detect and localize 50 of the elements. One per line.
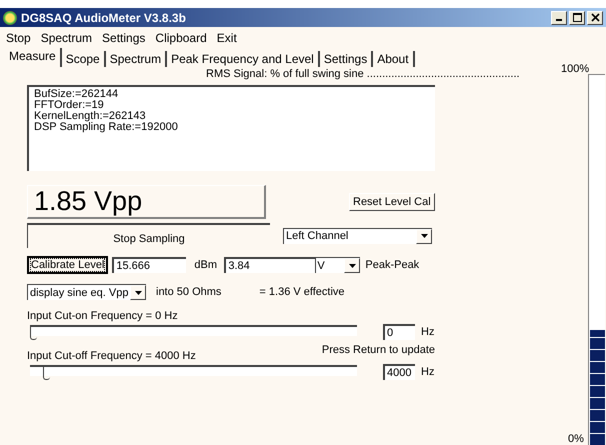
peak-peak-label: Peak-Peak	[365, 259, 420, 271]
meter-min-label: 0%	[568, 433, 584, 445]
close-icon	[590, 13, 600, 22]
maximize-button[interactable]	[569, 10, 585, 24]
info-line: BufSize:=262144	[34, 89, 120, 100]
cut-on-field[interactable]: 0	[383, 324, 415, 340]
info-line: DSP Sampling Rate:=192000	[34, 122, 179, 133]
voltage-field[interactable]: 3.84	[224, 257, 316, 273]
menu-item[interactable]: Stop	[6, 31, 31, 45]
stop-sampling-button[interactable]: Stop Sampling	[27, 223, 270, 248]
slider-thumb[interactable]	[42, 364, 50, 380]
hz-unit-label: Hz	[421, 366, 434, 378]
menu-item[interactable]: Exit	[216, 31, 237, 45]
rms-caption: RMS Signal: % of full swing sine ..................................................	[206, 67, 521, 81]
display-mode-dropdown[interactable]: display sine eq. Vpp	[27, 284, 146, 300]
tab[interactable]: Settings	[320, 51, 374, 67]
tab[interactable]: Measure	[5, 48, 62, 67]
info-line: KernelLength:=262143	[34, 111, 147, 122]
info-line: FFTOrder:=19	[34, 100, 105, 111]
window-title: DG8SAQ AudioMeter V3.8.3b	[21, 10, 187, 24]
dbm-unit-label: dBm	[194, 259, 218, 271]
unit-dropdown[interactable]: V	[315, 257, 360, 273]
menu-item[interactable]: Spectrum	[40, 31, 92, 45]
reset-level-cal-button[interactable]: Reset Level Cal	[349, 193, 435, 211]
menu-item[interactable]: Settings	[102, 31, 146, 45]
tab[interactable]: Scope	[62, 51, 106, 67]
cut-on-slider[interactable]	[30, 324, 357, 340]
tab[interactable]: Peak Frequency and Level	[167, 51, 320, 67]
cut-off-field[interactable]: 4000	[383, 364, 415, 380]
maximize-icon	[572, 13, 582, 22]
cut-off-slider[interactable]	[30, 364, 357, 380]
effective-voltage-label: = 1.36 V effective	[259, 286, 345, 298]
minimize-button[interactable]	[551, 10, 567, 24]
app-icon	[3, 10, 17, 24]
channel-dropdown[interactable]: Left Channel	[283, 228, 432, 244]
tab[interactable]: About	[373, 51, 415, 67]
meter-max-label: 100%	[561, 63, 590, 75]
slider-thumb[interactable]	[30, 324, 37, 340]
hz-unit-label: Hz	[421, 326, 434, 338]
minimize-icon	[556, 19, 562, 21]
cut-off-label: Input Cut-off Frequency = 4000 Hz	[27, 350, 196, 362]
tab[interactable]: Spectrum	[106, 51, 168, 67]
close-button[interactable]	[587, 10, 603, 24]
level-readout: 1.85 Vpp	[27, 185, 266, 219]
calibrate-level-button[interactable]: Calibrate Level	[27, 256, 108, 274]
load-label: into 50 Ohms	[156, 286, 222, 298]
dbm-field[interactable]: 15.666	[112, 257, 186, 273]
menu-item[interactable]: Clipboard	[155, 31, 207, 45]
cut-on-label: Input Cut-on Frequency = 0 Hz	[27, 310, 179, 322]
return-hint: Press Return to update	[322, 344, 435, 356]
